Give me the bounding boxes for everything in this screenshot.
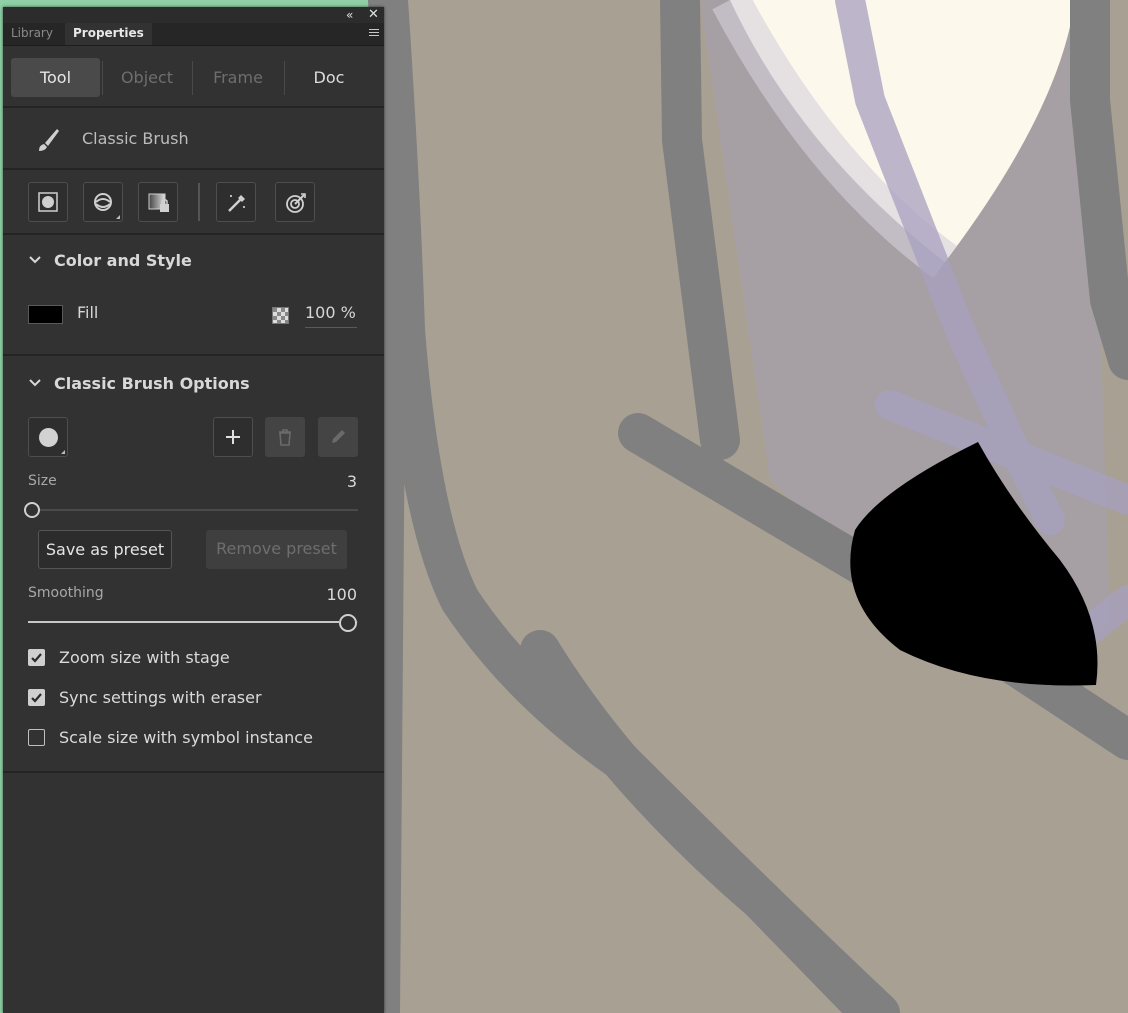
- edit-preset-button[interactable]: [318, 417, 358, 457]
- brush-mode-icon: [38, 192, 58, 212]
- tilt-target-icon: [286, 193, 306, 213]
- brush-shape-picker[interactable]: [28, 417, 68, 457]
- close-panel-icon[interactable]: ✕: [368, 7, 379, 23]
- checkmark-icon: [31, 693, 42, 703]
- delete-preset-button[interactable]: [265, 417, 305, 457]
- checkbox-label: Scale size with symbol instance: [59, 728, 313, 747]
- save-as-preset-button[interactable]: Save as preset: [38, 530, 172, 569]
- smoothing-value[interactable]: 100: [303, 585, 357, 604]
- fill-alpha-input[interactable]: 100 %: [305, 303, 357, 328]
- lock-fill-icon: [148, 193, 169, 212]
- smoothing-slider-fill: [28, 621, 339, 623]
- lock-fill-button[interactable]: [138, 182, 178, 222]
- panel-tabs: Library Properties: [3, 23, 384, 46]
- section-title: Classic Brush Options: [54, 374, 250, 393]
- tab-doc[interactable]: Doc: [285, 58, 373, 97]
- alpha-checker-icon: [272, 307, 289, 324]
- section-title: Color and Style: [54, 251, 192, 270]
- tool-name: Classic Brush: [82, 129, 189, 148]
- smoothing-slider-thumb[interactable]: [339, 614, 357, 632]
- properties-segmented-control: Tool Object Frame Doc: [3, 53, 384, 107]
- size-value[interactable]: 3: [303, 472, 357, 491]
- tab-library[interactable]: Library: [3, 23, 61, 45]
- pressure-pen-button[interactable]: [216, 182, 256, 222]
- chevron-down-icon: [29, 256, 41, 264]
- brush-mode-button[interactable]: [28, 182, 68, 222]
- tilt-target-button[interactable]: [275, 182, 315, 222]
- collapse-panel-icon[interactable]: «: [346, 7, 353, 23]
- tab-frame[interactable]: Frame: [193, 58, 283, 97]
- size-slider-track[interactable]: [28, 509, 358, 511]
- zoom-size-with-stage-checkbox[interactable]: [28, 649, 45, 666]
- chevron-down-icon: [29, 379, 41, 387]
- fill-label: Fill: [77, 303, 99, 322]
- brush-icon: [39, 129, 59, 151]
- panel-title-strip: « ✕: [3, 7, 384, 23]
- size-slider-thumb[interactable]: [24, 502, 40, 518]
- remove-preset-button[interactable]: Remove preset: [206, 530, 347, 569]
- fill-color-swatch[interactable]: [28, 305, 63, 324]
- checkbox-label: Zoom size with stage: [59, 648, 230, 667]
- brush-sync-button[interactable]: [83, 182, 123, 222]
- tab-tool[interactable]: Tool: [11, 58, 100, 97]
- classic-brush-options-header[interactable]: Classic Brush Options: [3, 369, 384, 399]
- brush-sync-icon: [94, 193, 112, 211]
- scale-size-with-symbol-checkbox[interactable]: [28, 729, 45, 746]
- icon-group-divider: [198, 183, 200, 221]
- checkbox-label: Sync settings with eraser: [59, 688, 262, 707]
- divider: [3, 233, 384, 235]
- smoothing-label: Smoothing: [28, 585, 104, 601]
- divider: [3, 106, 384, 108]
- size-label: Size: [28, 473, 57, 489]
- tab-object[interactable]: Object: [103, 58, 191, 97]
- properties-panel: « ✕ Library Properties Tool Object Frame…: [3, 7, 384, 1013]
- color-and-style-header[interactable]: Color and Style: [3, 246, 384, 276]
- pressure-pen-icon: [228, 195, 245, 212]
- divider: [3, 771, 384, 773]
- trash-icon: [279, 429, 291, 446]
- pencil-icon: [332, 430, 345, 443]
- divider: [3, 168, 384, 170]
- checkmark-icon: [31, 653, 42, 663]
- add-preset-button[interactable]: [213, 417, 253, 457]
- tool-name-row: Classic Brush: [3, 110, 384, 168]
- divider: [3, 354, 384, 356]
- panel-menu-icon[interactable]: [369, 29, 379, 38]
- plus-icon: [226, 430, 240, 444]
- tab-properties[interactable]: Properties: [65, 23, 152, 45]
- sync-settings-with-eraser-checkbox[interactable]: [28, 689, 45, 706]
- round-brush-icon: [39, 428, 58, 447]
